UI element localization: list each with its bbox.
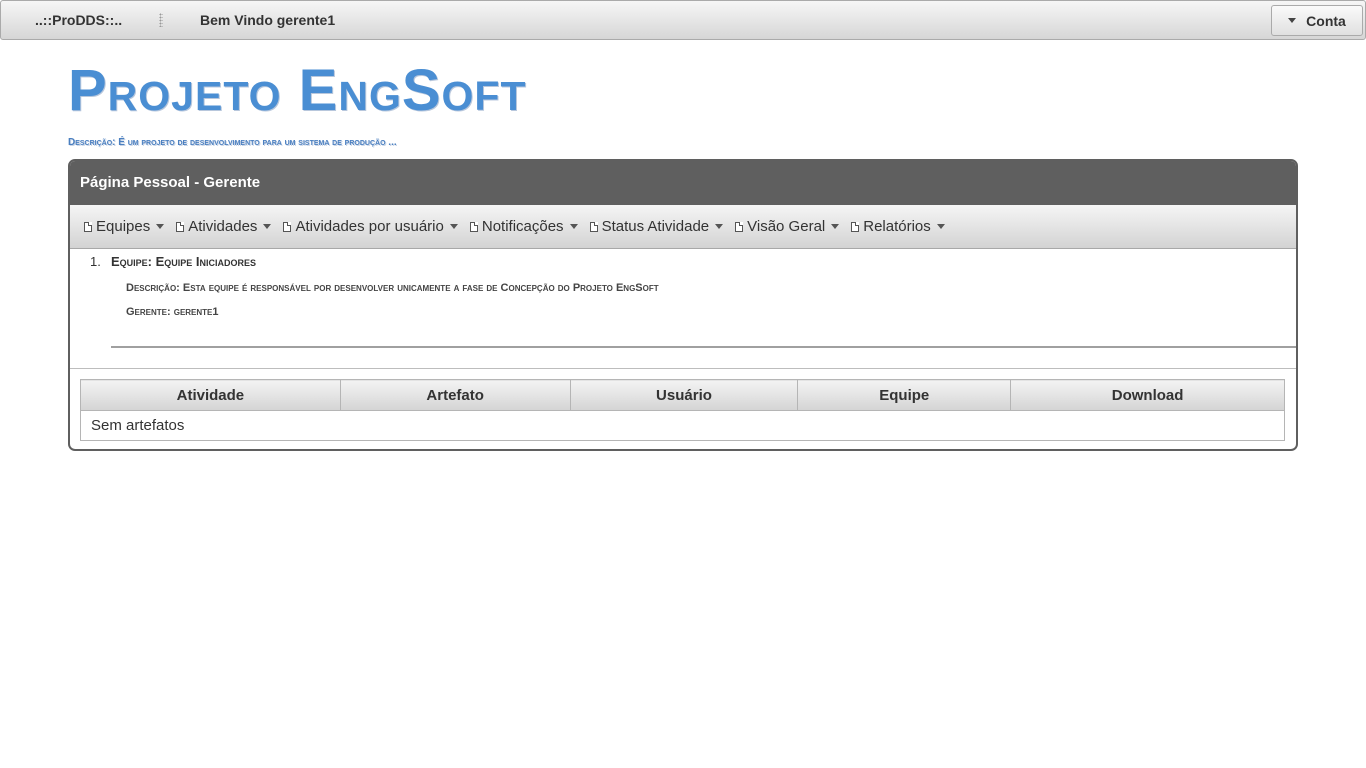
account-menu-label: Conta — [1306, 12, 1346, 29]
column-header-atividade[interactable]: Atividade — [80, 379, 341, 411]
menu-label: Atividades — [188, 218, 258, 235]
empty-message: Sem artefatos — [80, 410, 1285, 441]
team-name: Equipe: Equipe Iniciadores — [111, 254, 257, 269]
project-title: Projeto EngSoft — [68, 58, 527, 123]
caret-down-icon — [569, 224, 578, 229]
team-description: Descrição: Esta equipe é responsável por… — [126, 282, 659, 294]
table-header-row: Atividade Artefato Usuário Equipe Downlo… — [80, 379, 1285, 411]
personal-page-panel: Página Pessoal - Gerente Equipes Ativida… — [68, 159, 1298, 451]
column-header-artefato[interactable]: Artefato — [339, 379, 571, 411]
menu-label: Status Atividade — [601, 218, 710, 235]
artifacts-table: Atividade Artefato Usuário Equipe Downlo… — [80, 379, 1285, 441]
menu-notificacoes[interactable]: Notificações — [469, 218, 578, 235]
menu-bar: Equipes Atividades Atividades por usuári… — [70, 205, 1296, 249]
menu-label: Atividades por usuário — [295, 218, 444, 235]
caret-down-icon — [263, 224, 272, 229]
divider — [111, 346, 1296, 348]
menu-atividades[interactable]: Atividades — [176, 218, 272, 235]
caret-down-icon — [449, 224, 458, 229]
menu-label: Relatórios — [863, 218, 931, 235]
document-icon — [851, 221, 860, 232]
caret-down-icon — [831, 224, 840, 229]
caret-down-icon — [936, 224, 945, 229]
menu-label: Notificações — [481, 218, 564, 235]
document-icon — [735, 221, 744, 232]
artifacts-table-wrapper: Atividade Artefato Usuário Equipe Downlo… — [80, 379, 1285, 441]
menu-status-atividade[interactable]: Status Atividade — [589, 218, 724, 235]
project-description: Descrição: É um projeto de desenvolvimen… — [68, 137, 397, 148]
column-header-download[interactable]: Download — [1010, 379, 1285, 411]
team-manager: Gerente: gerente1 — [126, 306, 219, 318]
welcome-text: Bem Vindo gerente1 — [200, 12, 336, 28]
document-icon — [176, 221, 185, 232]
menu-visao-geral[interactable]: Visão Geral — [735, 218, 840, 235]
menu-label: Equipes — [96, 218, 151, 235]
team-number: 1. — [90, 254, 101, 269]
caret-down-icon — [1288, 18, 1297, 23]
table-row: Sem artefatos — [80, 410, 1285, 441]
team-list: 1. Equipe: Equipe Iniciadores Descrição:… — [70, 249, 1296, 369]
brand-link[interactable]: ..::ProDDS::.. — [35, 12, 122, 28]
document-icon — [589, 221, 598, 232]
menu-equipes[interactable]: Equipes — [84, 218, 165, 235]
document-icon — [469, 221, 478, 232]
caret-down-icon — [156, 224, 165, 229]
menu-label: Visão Geral — [747, 218, 826, 235]
column-header-usuario[interactable]: Usuário — [569, 379, 799, 411]
caret-down-icon — [715, 224, 724, 229]
top-navbar: ..::ProDDS::.. Bem Vindo gerente1 Conta — [0, 0, 1366, 40]
menu-relatorios[interactable]: Relatórios — [851, 218, 945, 235]
column-header-equipe[interactable]: Equipe — [797, 379, 1012, 411]
document-icon — [84, 221, 92, 232]
menu-atividades-por-usuario[interactable]: Atividades por usuário — [283, 218, 458, 235]
separator-dots — [159, 13, 163, 27]
document-icon — [283, 221, 292, 232]
account-menu-button[interactable]: Conta — [1271, 5, 1363, 36]
panel-header: Página Pessoal - Gerente — [70, 161, 1296, 205]
